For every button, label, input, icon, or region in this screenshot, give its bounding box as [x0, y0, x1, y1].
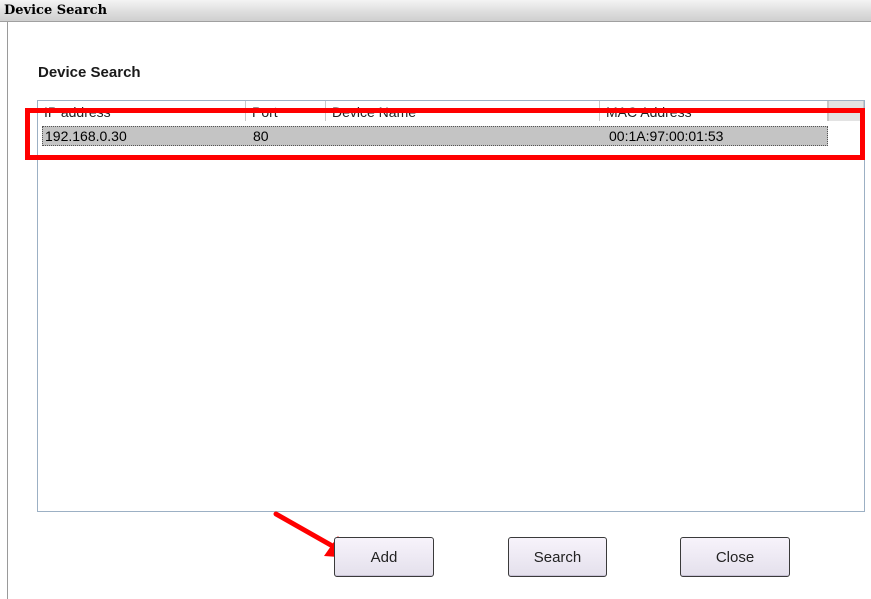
close-button[interactable]: Close: [680, 537, 790, 577]
window-left-border: [0, 22, 8, 599]
search-button[interactable]: Search: [508, 537, 607, 577]
list-header: IP address Port Device Name MAC Address: [38, 101, 864, 121]
section-label: Device Search: [38, 64, 141, 81]
column-header-device-name[interactable]: Device Name: [326, 101, 600, 121]
column-header-mac-address[interactable]: MAC Address: [600, 101, 828, 121]
cell-mac-address: 00:1A:97:00:01:53: [609, 128, 724, 144]
column-header-filler: [828, 101, 864, 121]
column-header-port[interactable]: Port: [246, 101, 326, 121]
window-title: Device Search: [4, 3, 108, 18]
cell-ip-address: 192.168.0.30: [45, 128, 127, 144]
add-button[interactable]: Add: [334, 537, 434, 577]
cell-port: 80: [253, 128, 269, 144]
column-header-ip-address[interactable]: IP address: [38, 101, 246, 121]
title-bar[interactable]: Device Search: [0, 0, 871, 22]
table-row[interactable]: 192.168.0.30 80 00:1A:97:00:01:53: [42, 126, 828, 146]
device-list[interactable]: IP address Port Device Name MAC Address …: [37, 100, 865, 512]
